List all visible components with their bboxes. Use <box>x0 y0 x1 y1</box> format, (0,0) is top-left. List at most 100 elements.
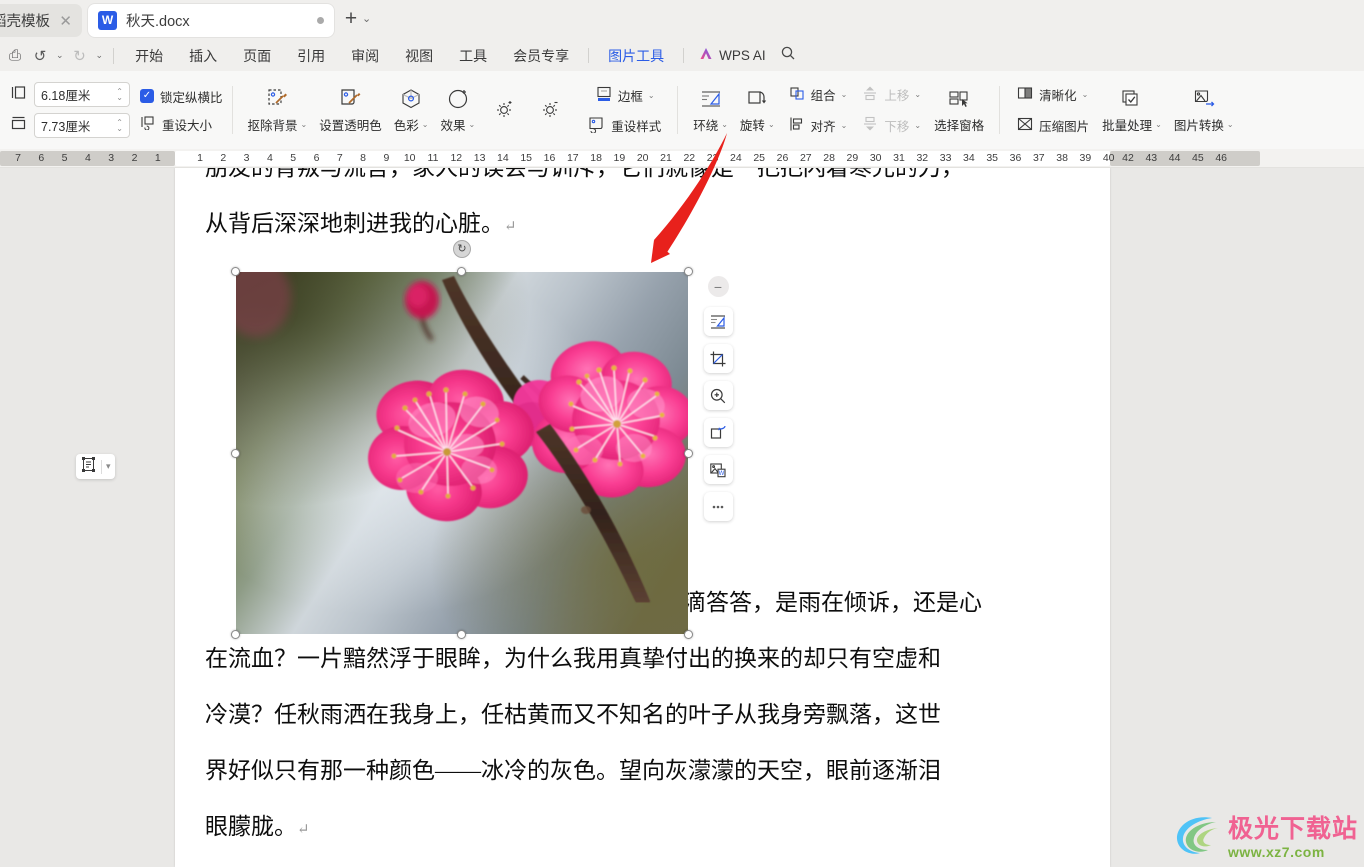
spinner-arrows-icon[interactable]: ⌃ ⌄ <box>116 118 123 132</box>
menu-item-view[interactable]: 视图 <box>392 42 446 70</box>
menu-item-picture-tools[interactable]: 图片工具 <box>595 42 677 74</box>
chevron-down-icon[interactable]: ⌄ <box>362 12 371 25</box>
resize-handle-e[interactable] <box>684 449 693 458</box>
effects-button[interactable]: 效果 ⌄ <box>434 84 481 136</box>
rotate-handle-icon[interactable]: ↻ <box>453 240 471 258</box>
undo-icon[interactable]: ↺ <box>29 45 51 67</box>
ruler-tick-16: 16 <box>543 152 556 164</box>
document-tab-active[interactable]: W 秋天.docx <box>88 4 334 37</box>
menu-item-tools[interactable]: 工具 <box>446 42 500 70</box>
undo-caret-icon[interactable]: ⌄ <box>54 50 66 61</box>
bring-forward-button[interactable]: 上移 ⌄ <box>854 81 928 108</box>
set-transparent-color-button[interactable]: 设置透明色 <box>313 84 388 136</box>
redo-icon[interactable]: ↻ <box>69 45 91 67</box>
align-icon <box>788 115 806 136</box>
resize-handle-ne[interactable] <box>684 267 693 276</box>
wps-ai-button[interactable]: WPS AI <box>690 46 774 65</box>
menu-item-membership[interactable]: 会员专享 <box>500 42 582 70</box>
paragraph-3[interactable]: 在流血？一片黯然浮于眼眸，为什么我用真挚付出的换来的却只有空虚和 <box>205 631 1080 687</box>
menu-item-reference[interactable]: 引用 <box>284 42 338 70</box>
selection-pane-button[interactable]: 选择窗格 <box>928 84 990 136</box>
paragraph-5[interactable]: 界好似只有那一种颜色——冰冷的灰色。望向灰濛濛的天空，眼前逐渐泪 <box>205 743 1080 799</box>
chevron-down-icon[interactable]: ⌄ <box>648 91 655 100</box>
chevron-down-icon[interactable]: ⌄ <box>1155 120 1162 129</box>
align-button[interactable]: 对齐 ⌄ <box>781 112 855 139</box>
customize-caret-icon[interactable]: ⌄ <box>94 50 106 61</box>
resize-handle-nw[interactable] <box>231 267 240 276</box>
layout-options-button[interactable]: ▾ <box>76 454 115 479</box>
paragraph-6[interactable]: 眼朦胧。↵ <box>205 799 1080 858</box>
menu-item-home[interactable]: 开始 <box>122 42 176 70</box>
ruler-tick-7: 7 <box>336 152 343 164</box>
menu-item-insert[interactable]: 插入 <box>176 42 230 70</box>
resize-handle-n[interactable] <box>457 267 466 276</box>
resize-handle-s[interactable] <box>457 630 466 639</box>
paragraph-2[interactable]: 从背后深深地刺进我的心脏。↵ <box>205 196 1080 255</box>
chevron-down-icon[interactable]: ⌄ <box>768 120 775 129</box>
document-canvas[interactable]: 朋友的背叛与流言，家人的误会与训斥，它们就像是一把把闪着寒光的刀， 从背后深深地… <box>0 168 1364 867</box>
height-input[interactable]: 6.18厘米 ⌃ ⌄ <box>34 82 130 107</box>
chevron-down-icon[interactable]: ⌄ <box>914 90 921 99</box>
reset-style-button[interactable]: 重设样式 <box>581 113 668 139</box>
batch-process-button[interactable]: 批量处理 ⌄ <box>1096 84 1168 136</box>
resize-handle-sw[interactable] <box>231 630 240 639</box>
search-icon[interactable] <box>780 45 796 66</box>
brightness-down-button[interactable] <box>527 94 573 127</box>
save-as-picture-icon[interactable]: W <box>703 455 733 484</box>
close-icon[interactable]: ✕ <box>59 12 72 30</box>
horizontal-ruler[interactable]: 7 6 5 4 3 2 1 1 2 3 4 5 6 7 8 9 10 11 12 13 14 15 16 17 18 19 20 21… <box>0 149 1364 168</box>
chevron-down-icon[interactable]: ⌄ <box>721 120 728 129</box>
wps-ai-label: WPS AI <box>719 48 766 63</box>
ruler-tick-1: 1 <box>197 152 203 164</box>
chevron-down-icon[interactable]: ⌄ <box>1227 120 1234 129</box>
plum-blossom-photo[interactable] <box>236 272 688 634</box>
brightness-up-icon <box>493 96 515 122</box>
remove-background-icon <box>265 86 289 112</box>
menu-item-page[interactable]: 页面 <box>230 42 284 70</box>
lock-aspect-ratio-checkbox[interactable]: ✓ 锁定纵横比 <box>140 87 223 106</box>
zoom-in-icon[interactable] <box>703 381 733 410</box>
resize-handle-w[interactable] <box>231 449 240 458</box>
ruler-tick-left-3: 3 <box>108 152 115 164</box>
save-icon[interactable]: ⎙ <box>4 45 26 67</box>
picture-border-button[interactable]: 边框 ⌄ <box>588 82 662 109</box>
paragraph-4[interactable]: 冷漠？任秋雨洒在我身上，任枯黄而又不知名的叶子从我身旁飘落，这世 <box>205 687 1080 743</box>
collapse-icon[interactable]: − <box>707 276 729 297</box>
chevron-down-icon[interactable]: ⌄ <box>1082 90 1089 99</box>
rotate-icon[interactable] <box>703 418 733 447</box>
more-icon[interactable] <box>703 492 733 521</box>
spinner-arrows-icon[interactable]: ⌃ ⌄ <box>116 87 123 101</box>
chevron-down-icon[interactable]: ⌄ <box>914 121 921 130</box>
set-transparent-color-icon <box>338 86 362 112</box>
brightness-down-icon <box>539 96 561 122</box>
chevron-down-icon[interactable]: ⌄ <box>841 121 848 130</box>
selected-image[interactable]: ↻ <box>231 240 693 639</box>
sharpen-button[interactable]: 清晰化 ⌄ <box>1009 81 1096 108</box>
ruler-tick-4: 4 <box>266 152 273 164</box>
paragraph-1[interactable]: 朋友的背叛与流言，家人的误会与训斥，它们就像是一把把闪着寒光的刀， <box>205 168 1080 196</box>
rotate-button[interactable]: 旋转 ⌄ <box>734 84 781 136</box>
chevron-down-icon[interactable]: ⌄ <box>422 120 429 129</box>
ruler-tick-26: 26 <box>776 152 789 164</box>
reset-size-button[interactable]: 重设大小 <box>140 115 223 134</box>
group-button[interactable]: 组合 ⌄ <box>781 81 855 108</box>
remove-background-button[interactable]: 抠除背景 ⌄ <box>242 84 314 136</box>
resize-handle-se[interactable] <box>684 630 693 639</box>
crop-icon[interactable] <box>703 344 733 373</box>
text-wrap-button[interactable]: 环绕 ⌄ <box>687 84 734 136</box>
compress-picture-button[interactable]: 压缩图片 <box>1009 112 1096 139</box>
tab-label: 秋天.docx <box>126 14 190 30</box>
chevron-down-icon[interactable]: ▾ <box>106 461 111 472</box>
brightness-up-button[interactable] <box>481 94 527 127</box>
document-tab-template[interactable]: 稻壳模板 ✕ <box>0 4 82 37</box>
menu-item-review[interactable]: 审阅 <box>338 42 392 70</box>
new-tab-button[interactable]: + <box>340 8 362 31</box>
chevron-down-icon[interactable]: ⌄ <box>301 120 308 129</box>
chevron-down-icon[interactable]: ⌄ <box>468 120 475 129</box>
text-wrap-icon[interactable] <box>703 307 733 336</box>
color-button[interactable]: 色彩 ⌄ <box>388 84 435 136</box>
width-input[interactable]: 7.73厘米 ⌃ ⌄ <box>34 113 130 138</box>
send-backward-button[interactable]: 下移 ⌄ <box>854 112 928 139</box>
picture-convert-button[interactable]: 图片转换 ⌄ <box>1168 84 1240 136</box>
chevron-down-icon[interactable]: ⌄ <box>841 90 848 99</box>
